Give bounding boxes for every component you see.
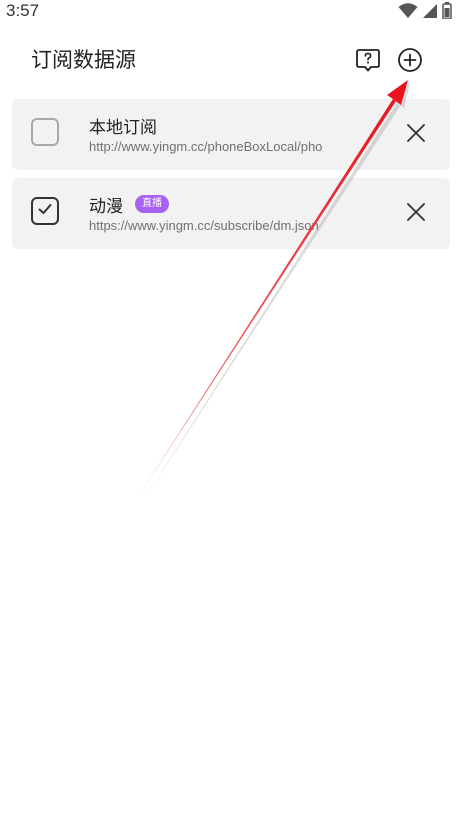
- delete-button[interactable]: [404, 202, 428, 226]
- list-item[interactable]: 本地订阅 http://www.yingm.cc/phoneBoxLocal/p…: [12, 99, 450, 170]
- list-item-title: 本地订阅: [89, 117, 157, 138]
- list-item-text: 动漫 直播 https://www.yingm.cc/subscribe/dm.…: [89, 192, 389, 233]
- list-item-title-row: 动漫 直播: [89, 192, 389, 217]
- close-icon: [405, 201, 427, 227]
- header-actions: [354, 48, 424, 76]
- status-time: 3:57: [6, 1, 40, 20]
- list-item[interactable]: 动漫 直播 https://www.yingm.cc/subscribe/dm.…: [12, 178, 450, 249]
- wifi-icon: [398, 2, 418, 23]
- status-icons: [398, 2, 452, 23]
- page-title: 订阅数据源: [31, 48, 136, 72]
- checkbox-checked[interactable]: [31, 197, 59, 225]
- battery-icon: [442, 2, 452, 23]
- list-item-url: http://www.yingm.cc/phoneBoxLocal/pho: [89, 139, 323, 154]
- add-source-button[interactable]: [396, 48, 424, 76]
- checkbox-unchecked[interactable]: [31, 118, 59, 146]
- delete-button[interactable]: [404, 123, 428, 147]
- list-item-title: 动漫: [89, 196, 123, 217]
- list-item-title-row: 本地订阅: [89, 113, 389, 138]
- list-item-url: https://www.yingm.cc/subscribe/dm.json: [89, 218, 319, 233]
- add-circle-icon: [397, 47, 423, 77]
- check-icon: [37, 201, 53, 221]
- help-button[interactable]: [354, 48, 382, 76]
- subscription-list: 本地订阅 http://www.yingm.cc/phoneBoxLocal/p…: [12, 99, 450, 257]
- help-icon: [355, 47, 381, 77]
- close-icon: [405, 122, 427, 148]
- list-item-text: 本地订阅 http://www.yingm.cc/phoneBoxLocal/p…: [89, 113, 389, 155]
- live-badge: 直播: [135, 195, 169, 213]
- signal-icon: [422, 3, 438, 23]
- status-bar: 3:57: [0, 0, 458, 24]
